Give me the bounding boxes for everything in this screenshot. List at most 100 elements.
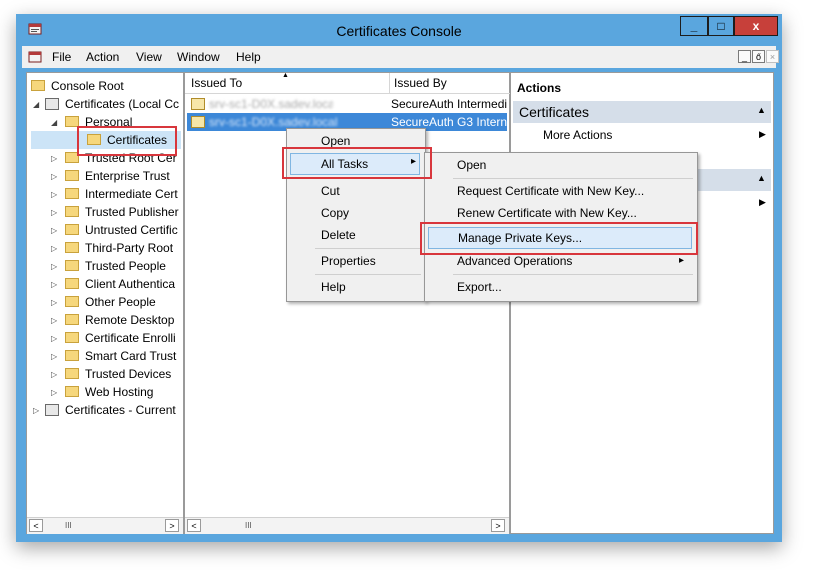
menu-action[interactable]: Action [86,50,119,64]
table-row[interactable]: srv-sc1-D0X.sadev.local SecureAuth Inter… [187,95,507,113]
collapse-icon[interactable]: ▲ [757,173,766,183]
tree-item-label: Trusted Devices [85,367,172,381]
column-header-issued-to[interactable]: Issued To ▲ [185,72,389,94]
menu-view[interactable]: View [136,50,162,64]
column-header-issued-by[interactable]: Issued By [389,73,510,94]
expanded-arrow-icon[interactable]: ◢ [51,114,57,132]
collapsed-arrow-icon[interactable]: ▷ [51,348,57,366]
menu-help[interactable]: Help [236,50,261,64]
scroll-thumb[interactable]: III [65,521,72,530]
menu-item-copy[interactable]: Copy [287,202,425,224]
mdi-minimize-button[interactable]: _ [738,50,751,63]
folder-icon [65,296,79,307]
collapsed-arrow-icon[interactable]: ▷ [51,366,57,384]
list-horizontal-scrollbar[interactable]: < III > [185,517,509,534]
scroll-thumb[interactable]: III [245,521,252,530]
minimize-button[interactable]: _ [680,16,708,36]
console-icon[interactable] [28,50,42,64]
close-button[interactable]: x [734,16,778,36]
section-title: Certificates [519,104,590,120]
actions-header: Actions [517,81,562,95]
tree-item-label: Web Hosting [85,385,154,399]
folder-icon [65,260,79,271]
menu-item-delete[interactable]: Delete [287,224,425,246]
menu-file[interactable]: File [52,50,71,64]
tree-item-label: Trusted People [85,259,166,273]
tree-item-label: Client Authentica [85,277,176,291]
maximize-button[interactable]: □ [708,16,734,36]
collapsed-arrow-icon[interactable]: ▷ [33,402,39,420]
actions-section-certificates[interactable]: Certificates ▲ [513,101,771,123]
highlight-box-all-tasks [282,147,432,179]
scroll-left-button[interactable]: < [29,519,43,532]
issued-by-cell: SecureAuth Intermedi [391,97,507,111]
menu-item-label: Renew Certificate with New Key... [457,206,637,220]
folder-icon [65,332,79,343]
mdi-close-button[interactable]: × [766,50,779,63]
tree-item-label: Other People [85,295,156,309]
menu-separator [315,248,421,249]
column-header-label: Issued To [191,76,243,90]
certificate-icon [191,116,205,128]
menu-separator [453,274,693,275]
issued-to-cell: srv-sc1-D0X.sadev.local [209,115,338,129]
tree-item-label: Certificate Enrolli [85,331,176,345]
expanded-arrow-icon[interactable]: ◢ [33,96,39,114]
menu-item-label: Properties [321,254,376,268]
collapsed-arrow-icon[interactable]: ▷ [51,240,57,258]
menu-bar: File Action View Window Help _ ő × [22,46,779,68]
menu-item-help[interactable]: Help [287,276,425,298]
submenu-item-open[interactable]: Open [425,154,697,176]
collapsed-arrow-icon[interactable]: ▷ [51,258,57,276]
folder-icon [65,278,79,289]
folder-icon [65,206,79,217]
menu-item-label: Help [321,280,346,294]
collapsed-arrow-icon[interactable]: ▷ [51,222,57,240]
scroll-right-button[interactable]: > [165,519,179,532]
menu-item-properties[interactable]: Properties [287,250,425,272]
certificate-store-icon [45,404,59,416]
tree-item-label: Certificates (Local Cc [65,97,180,111]
submenu-arrow-icon: ▶ [759,197,766,207]
tree-item-label: Enterprise Trust [85,169,170,183]
folder-icon [65,314,79,325]
scroll-right-button[interactable]: > [491,519,505,532]
issued-by-cell: SecureAuth G3 Intern [391,115,507,129]
submenu-item-renew-new-key[interactable]: Renew Certificate with New Key... [425,202,697,224]
collapsed-arrow-icon[interactable]: ▷ [51,384,57,402]
submenu-item-request-new-key[interactable]: Request Certificate with New Key... [425,180,697,202]
action-label: More Actions [543,128,613,142]
menu-item-label: Cut [321,184,340,198]
menu-item-label: Export... [457,280,502,294]
title-bar[interactable]: Certificates Console _ □ x [16,14,782,46]
menu-item-label: Delete [321,228,356,242]
collapsed-arrow-icon[interactable]: ▷ [51,168,57,186]
collapsed-arrow-icon[interactable]: ▷ [51,204,57,222]
menu-item-cut[interactable]: Cut [287,180,425,202]
issued-to-cell: srv-sc1-D0X.sadev.local [209,97,333,111]
folder-icon [65,170,79,181]
mdi-restore-button[interactable]: ő [752,50,765,63]
actions-pane: Actions Certificates ▲ More Actions ▶ ▲ … [510,72,774,534]
submenu-item-export[interactable]: Export... [425,276,697,298]
scroll-left-button[interactable]: < [187,519,201,532]
menu-item-label: Copy [321,206,350,220]
tree-item-label: Third-Party Root [85,241,174,255]
tree-item-label: Console Root [51,79,124,93]
collapsed-arrow-icon[interactable]: ▷ [51,330,57,348]
collapsed-arrow-icon[interactable]: ▷ [51,294,57,312]
menu-window[interactable]: Window [177,50,220,64]
menu-separator [315,274,421,275]
highlight-box-certificates [77,126,177,156]
submenu-arrow-icon: ▶ [759,129,766,139]
collapse-icon[interactable]: ▲ [757,105,766,115]
sort-ascending-icon: ▲ [282,72,289,79]
collapsed-arrow-icon[interactable]: ▷ [51,276,57,294]
tree-horizontal-scrollbar[interactable]: < III > [27,517,183,534]
menu-item-label: Open [457,158,487,172]
collapsed-arrow-icon[interactable]: ▷ [51,312,57,330]
action-more-actions[interactable]: More Actions ▶ [513,123,771,145]
collapsed-arrow-icon[interactable]: ▷ [51,150,57,168]
collapsed-arrow-icon[interactable]: ▷ [51,186,57,204]
highlight-box-manage-private-keys [420,222,698,255]
